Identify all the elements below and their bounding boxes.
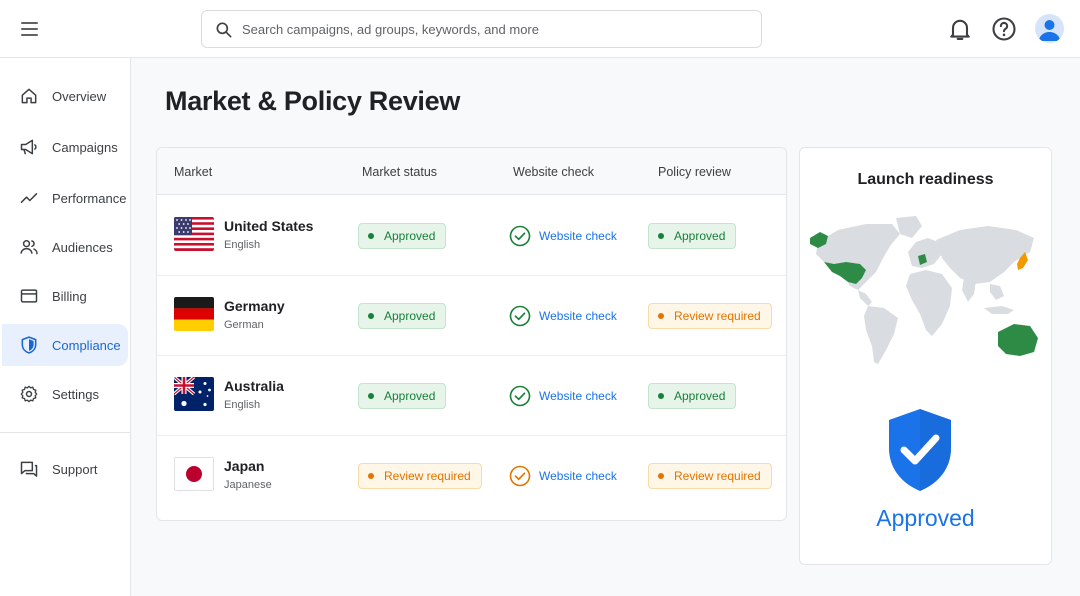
sidebar-item-label: Compliance xyxy=(52,337,121,353)
sidebar-item-label: Settings xyxy=(52,386,99,402)
check-circle-icon xyxy=(509,305,531,327)
sidebar-item-audiences[interactable]: Audiences xyxy=(2,226,128,268)
check-circle-warning-icon xyxy=(509,465,531,487)
sidebar-item-label: Overview xyxy=(52,88,107,104)
jp-flag xyxy=(174,457,214,491)
column-header-policy-review: Policy review xyxy=(658,165,731,179)
table-row[interactable]: Germany German Approved Website check Re… xyxy=(157,276,786,356)
check-circle-icon xyxy=(509,225,531,247)
sidebar-item-settings[interactable]: Settings xyxy=(2,373,128,415)
search-icon xyxy=(216,22,232,38)
sidebar-item-label: Billing xyxy=(52,288,87,304)
badge-label: Review required xyxy=(674,309,761,323)
website-check-label: Website check xyxy=(539,389,617,403)
market-name: United States xyxy=(224,218,314,234)
bell-icon[interactable] xyxy=(946,15,974,43)
column-header-website-check: Website check xyxy=(513,165,595,179)
au-flag xyxy=(174,377,214,411)
sidebar-item-performance[interactable]: Performance xyxy=(2,177,128,219)
home-icon xyxy=(21,88,37,104)
website-check-link[interactable]: Website check xyxy=(509,304,617,328)
check-circle-icon xyxy=(509,385,531,407)
column-header-market-status: Market status xyxy=(362,165,438,179)
sidebar-item-billing[interactable]: Billing xyxy=(2,275,128,317)
sidebar-item-overview[interactable]: Overview xyxy=(2,75,128,117)
market-status-badge: Approved xyxy=(358,223,447,249)
policy-review-badge: Approved xyxy=(648,383,737,409)
shield-icon xyxy=(21,336,37,354)
gear-icon xyxy=(20,385,38,403)
sidebar-item-support[interactable]: Support xyxy=(2,448,128,490)
trend-icon xyxy=(20,193,38,203)
website-check-label: Website check xyxy=(539,309,617,323)
market-name: Australia xyxy=(224,378,284,394)
website-check-label: Website check xyxy=(539,229,617,243)
market-language: Japanese xyxy=(224,479,272,491)
chat-icon xyxy=(20,461,38,477)
approved-shield-icon xyxy=(889,409,951,491)
card-icon xyxy=(20,289,38,303)
account-icon xyxy=(1039,20,1060,41)
launch-readiness-card: Launch readiness Approved xyxy=(799,147,1052,565)
market-name: Germany xyxy=(224,298,285,314)
website-check-link[interactable]: Website check xyxy=(509,464,617,488)
badge-label: Approved xyxy=(674,229,726,243)
badge-label: Approved xyxy=(384,309,436,323)
markets-table: Market Market status Website check Polic… xyxy=(156,147,787,521)
search-input[interactable] xyxy=(242,11,742,47)
page-title: Market & Policy Review xyxy=(165,86,461,116)
sidebar-item-compliance[interactable]: Compliance xyxy=(2,324,128,366)
de-flag xyxy=(174,297,214,331)
policy-review-badge: Review required xyxy=(648,463,772,489)
market-status-badge: Approved xyxy=(358,303,447,329)
sidebar-item-label: Performance xyxy=(52,190,127,206)
world-map xyxy=(810,216,1038,364)
column-header-market: Market xyxy=(174,165,213,179)
sidebar-item-label: Support xyxy=(52,461,98,477)
sidebar: Overview Campaigns Performance Audiences… xyxy=(0,58,131,596)
sidebar-item-campaigns[interactable]: Campaigns xyxy=(2,126,128,168)
megaphone-icon xyxy=(20,139,37,155)
market-language: German xyxy=(224,319,264,331)
badge-label: Approved xyxy=(384,389,436,403)
table-row[interactable]: Japan Japanese Review required Website c… xyxy=(157,436,786,516)
badge-label: Review required xyxy=(384,469,471,483)
account-avatar[interactable] xyxy=(1035,14,1064,43)
policy-review-badge: Approved xyxy=(648,223,737,249)
table-row[interactable]: United States English Approved Website c… xyxy=(157,196,786,276)
search-bar[interactable] xyxy=(201,10,762,48)
market-name: Japan xyxy=(224,458,265,474)
people-icon xyxy=(20,240,38,255)
policy-review-badge: Review required xyxy=(648,303,772,329)
website-check-link[interactable]: Website check xyxy=(509,384,617,408)
badge-label: Approved xyxy=(384,229,436,243)
menu-icon[interactable] xyxy=(14,14,44,44)
badge-label: Approved xyxy=(674,389,726,403)
top-bar xyxy=(0,0,1080,58)
sidebar-item-label: Audiences xyxy=(52,239,113,255)
sidebar-item-label: Campaigns xyxy=(52,139,118,155)
market-language: English xyxy=(224,239,261,251)
launch-readiness-title: Launch readiness xyxy=(857,171,994,188)
website-check-link[interactable]: Website check xyxy=(509,224,617,248)
badge-label: Review required xyxy=(674,469,761,483)
table-header: Market Market status Website check Polic… xyxy=(157,148,786,195)
table-row[interactable]: Australia English Approved Website check… xyxy=(157,356,786,436)
sidebar-divider xyxy=(0,432,130,433)
market-status-badge: Review required xyxy=(358,463,482,489)
readiness-status: Approved xyxy=(876,505,975,531)
website-check-label: Website check xyxy=(539,469,617,483)
market-status-badge: Approved xyxy=(358,383,447,409)
market-language: English xyxy=(224,399,261,411)
us-flag xyxy=(174,217,214,251)
help-icon[interactable] xyxy=(990,15,1018,43)
